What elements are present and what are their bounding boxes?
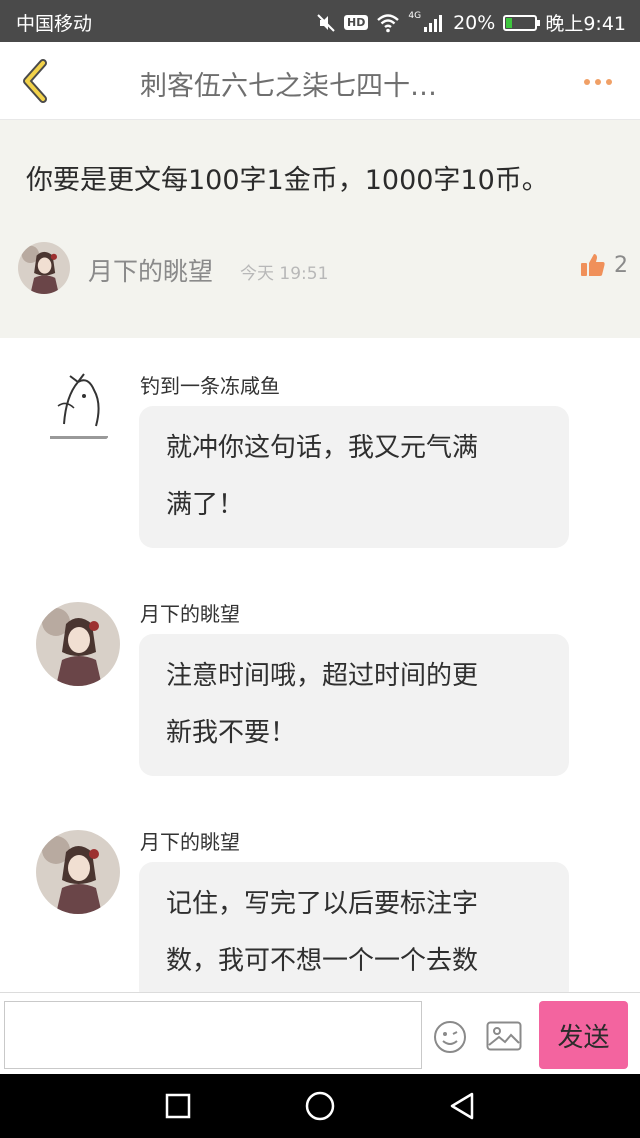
post-meta: 月下的眺望 今天 19:51 2 bbox=[18, 240, 628, 296]
reply-input-bar: 发送 bbox=[0, 992, 640, 1074]
clock: 晚上9:41 bbox=[545, 13, 626, 35]
triangle-back-icon bbox=[450, 1092, 474, 1120]
message-line: 就冲你这句话，我又元气满 bbox=[166, 433, 479, 463]
status-icons: HD 4G 20% 晚上9:41 bbox=[316, 9, 626, 36]
send-button[interactable]: 发送 bbox=[539, 1001, 628, 1069]
chevron-left-icon bbox=[23, 59, 47, 103]
reply-avatar[interactable] bbox=[36, 830, 120, 914]
back-nav-button[interactable] bbox=[446, 1090, 478, 1122]
post-author-avatar[interactable] bbox=[18, 242, 70, 294]
more-dot bbox=[595, 79, 601, 85]
carrier-label: 中国移动 bbox=[16, 13, 93, 35]
fish-sketch-avatar bbox=[36, 366, 120, 450]
reply-input[interactable] bbox=[4, 1001, 422, 1069]
network-label: 4G bbox=[408, 10, 422, 21]
image-icon[interactable] bbox=[486, 1021, 522, 1051]
reply-avatar[interactable] bbox=[36, 602, 120, 686]
battery-percent: 20% bbox=[453, 11, 496, 34]
page-title: 刺客伍六七之柒七四十… bbox=[140, 71, 437, 102]
avatar-illustration bbox=[18, 242, 70, 294]
original-post: 你要是更文每100字1金币，1000字10币。 月下的眺望 今天 19:51 2 bbox=[0, 120, 640, 338]
message-line: 满了！ bbox=[166, 490, 245, 520]
reply-avatar[interactable] bbox=[36, 366, 120, 450]
back-button[interactable] bbox=[12, 56, 56, 106]
status-bar: 中国移动 HD 4G 20% 晚上9:41 bbox=[0, 0, 640, 42]
reply-author[interactable]: 月下的眺望 bbox=[140, 598, 240, 627]
message-bubble: 记住，写完了以后要标注字 数，我可不想一个一个去数 bbox=[139, 862, 569, 1004]
hd-badge: HD bbox=[344, 15, 369, 30]
more-dot bbox=[584, 79, 590, 85]
post-text: 你要是更文每100字1金币，1000字10币。 bbox=[26, 165, 549, 196]
signal-icon bbox=[424, 14, 443, 32]
square-icon bbox=[165, 1093, 191, 1119]
post-timestamp: 今天 19:51 bbox=[240, 264, 329, 284]
reply-author[interactable]: 钓到一条冻咸鱼 bbox=[140, 370, 280, 399]
reply-author[interactable]: 月下的眺望 bbox=[140, 826, 240, 855]
system-nav-bar bbox=[0, 1074, 640, 1138]
more-dot bbox=[606, 79, 612, 85]
circle-icon bbox=[305, 1091, 335, 1121]
top-bar: 刺客伍六七之柒七四十… bbox=[0, 42, 640, 120]
message-bubble: 就冲你这句话，我又元气满 满了！ bbox=[139, 406, 569, 548]
post-author-name[interactable]: 月下的眺望 bbox=[88, 252, 213, 288]
battery-icon bbox=[503, 14, 541, 31]
like-button[interactable]: 2 bbox=[580, 252, 628, 278]
message-line: 记住，写完了以后要标注字 bbox=[166, 889, 479, 919]
emoji-icon[interactable] bbox=[432, 1019, 468, 1055]
avatar-illustration bbox=[36, 602, 120, 686]
message-line: 注意时间哦，超过时间的更 bbox=[166, 661, 479, 691]
wifi-icon bbox=[377, 13, 400, 32]
message-bubble: 注意时间哦，超过时间的更 新我不要！ bbox=[139, 634, 569, 776]
recent-apps-button[interactable] bbox=[162, 1090, 194, 1122]
thumbs-up-icon bbox=[581, 254, 605, 276]
more-button[interactable] bbox=[576, 64, 620, 100]
home-button[interactable] bbox=[304, 1090, 336, 1122]
avatar-illustration bbox=[36, 830, 120, 914]
battery-fill bbox=[506, 17, 513, 28]
mute-icon bbox=[317, 13, 335, 32]
message-line: 新我不要！ bbox=[166, 718, 297, 748]
message-line: 数，我可不想一个一个去数 bbox=[166, 946, 479, 976]
like-count: 2 bbox=[614, 252, 628, 278]
